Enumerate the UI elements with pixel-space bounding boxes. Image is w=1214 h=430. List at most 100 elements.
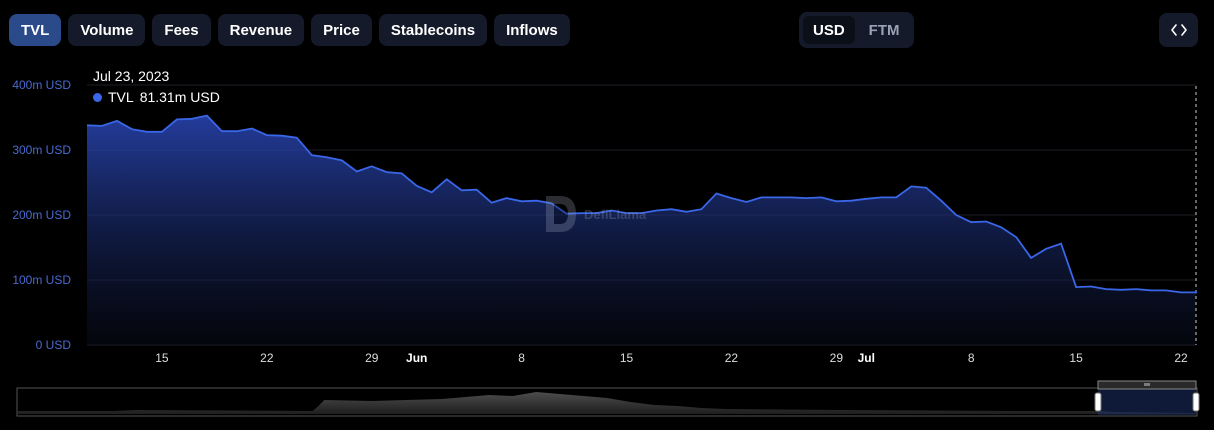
data-point <box>1150 289 1152 291</box>
data-point <box>520 200 522 202</box>
data-point <box>86 124 88 126</box>
brush-left-handle[interactable] <box>1094 392 1102 412</box>
data-point <box>356 170 358 172</box>
data-point <box>281 135 283 137</box>
data-point <box>1000 226 1002 228</box>
data-point <box>401 172 403 174</box>
x-tick-label: 8 <box>968 351 975 365</box>
data-point <box>895 196 897 198</box>
data-point <box>805 197 807 199</box>
data-point <box>475 188 477 190</box>
tooltip-date: Jul 23, 2023 <box>93 68 170 84</box>
brush-right-handle[interactable] <box>1192 392 1200 412</box>
data-point <box>221 130 223 132</box>
tooltip-row: TVL 81.31m USD <box>93 87 220 108</box>
data-point <box>460 189 462 191</box>
data-point <box>970 221 972 223</box>
y-tick-label: 100m USD <box>12 273 71 287</box>
data-point <box>850 200 852 202</box>
x-tick-label: 29 <box>830 351 844 365</box>
data-point <box>925 187 927 189</box>
data-point <box>490 201 492 203</box>
data-point <box>251 127 253 129</box>
data-point <box>1165 289 1167 291</box>
data-point <box>655 209 657 211</box>
tooltip-series: TVL <box>108 89 134 105</box>
x-tick-label: 15 <box>620 351 634 365</box>
data-point <box>266 134 268 136</box>
data-point <box>1060 242 1062 244</box>
brush-preview-area <box>18 392 1196 414</box>
data-point <box>820 196 822 198</box>
watermark-text: DefiLlama <box>584 206 647 222</box>
data-point <box>535 200 537 202</box>
data-point <box>1075 286 1077 288</box>
data-point <box>1090 285 1092 287</box>
x-tick-label: 29 <box>365 351 379 365</box>
data-point <box>176 118 178 120</box>
data-point <box>670 208 672 210</box>
data-point <box>685 211 687 213</box>
chart-tooltip: Jul 23, 2023 TVL 81.31m USD <box>93 66 220 108</box>
data-point <box>1194 291 1198 294</box>
data-point <box>505 197 507 199</box>
data-point <box>326 156 328 158</box>
data-point <box>1015 236 1017 238</box>
data-point <box>700 208 702 210</box>
x-tick-label: 8 <box>518 351 525 365</box>
x-tick-label: 22 <box>260 351 274 365</box>
data-point <box>341 159 343 161</box>
data-point <box>865 198 867 200</box>
x-tick-label: Jul <box>858 351 875 365</box>
data-point <box>910 185 912 187</box>
y-tick-label: 400m USD <box>12 78 71 92</box>
data-point <box>146 131 148 133</box>
tooltip-value: 81.31m USD <box>139 89 220 105</box>
data-point <box>386 171 388 173</box>
data-point <box>790 196 792 198</box>
x-tick-label: 22 <box>1174 351 1188 365</box>
data-point <box>730 197 732 199</box>
data-point <box>116 120 118 122</box>
watermark: DefiLlama <box>542 194 646 234</box>
data-point <box>985 220 987 222</box>
data-point <box>311 154 313 156</box>
data-point <box>1045 248 1047 250</box>
data-point <box>371 165 373 167</box>
data-point <box>1180 291 1182 293</box>
chart-panel: TVL Volume Fees Revenue Price Stablecoin… <box>0 0 1214 430</box>
data-point <box>940 200 942 202</box>
data-point <box>191 118 193 120</box>
x-axis: 15 22 29 Jun 8 15 22 29 Jul 8 15 22 <box>155 351 1188 365</box>
data-point <box>206 114 208 116</box>
data-point <box>1030 257 1032 259</box>
data-point <box>161 131 163 133</box>
data-point <box>101 125 103 127</box>
data-point <box>296 136 298 138</box>
data-point <box>131 128 133 130</box>
brush-selection[interactable] <box>1098 389 1196 415</box>
y-tick-label: 200m USD <box>12 208 71 222</box>
data-point <box>760 196 762 198</box>
data-point <box>745 201 747 203</box>
data-point <box>1105 288 1107 290</box>
range-brush[interactable] <box>16 380 1200 417</box>
data-point <box>1135 288 1137 290</box>
data-point <box>775 196 777 198</box>
y-tick-label: 0 USD <box>36 338 72 352</box>
data-point <box>955 214 957 216</box>
data-point <box>715 192 717 194</box>
data-point <box>416 185 418 187</box>
x-tick-label: Jun <box>406 351 427 365</box>
x-tick-label: 22 <box>725 351 739 365</box>
data-point <box>835 200 837 202</box>
y-axis: 0 USD 100m USD 200m USD 300m USD 400m USD <box>12 78 71 352</box>
data-point <box>1120 289 1122 291</box>
series-dot-icon <box>93 93 102 102</box>
x-tick-label: 15 <box>1069 351 1083 365</box>
data-point <box>880 196 882 198</box>
y-tick-label: 300m USD <box>12 143 71 157</box>
data-point <box>236 130 238 132</box>
defillama-logo-icon <box>546 196 576 232</box>
data-point <box>445 178 447 180</box>
